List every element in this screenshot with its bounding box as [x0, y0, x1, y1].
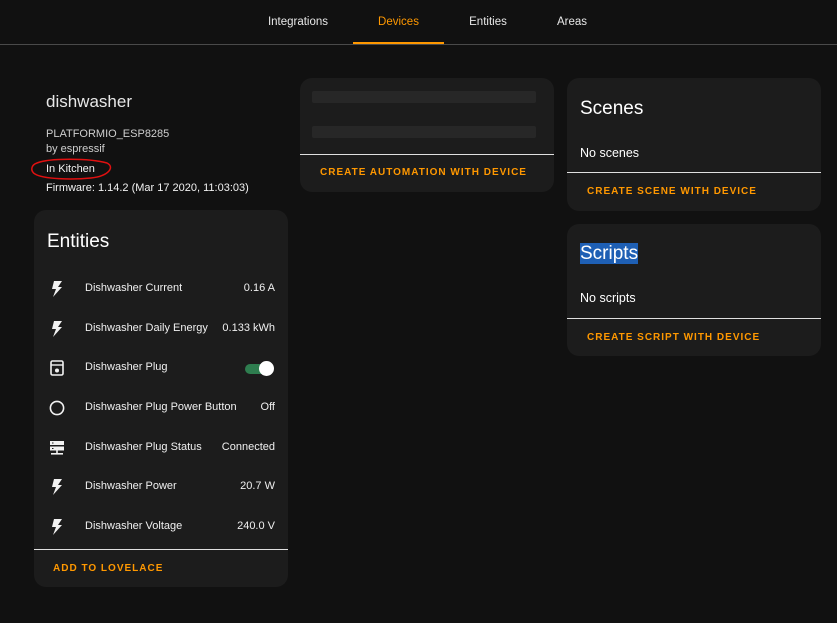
tab-integrations[interactable]: Integrations	[256, 0, 340, 44]
card-divider	[567, 318, 821, 319]
device-name: dishwasher	[46, 92, 132, 111]
flash-icon	[48, 478, 66, 496]
card-divider	[300, 154, 554, 155]
card-divider	[34, 549, 288, 550]
entity-row-voltage[interactable]: Dishwasher Voltage 240.0 V	[34, 508, 288, 548]
entities-card-title: Entities	[47, 231, 110, 252]
entity-state: 0.133 kWh	[222, 322, 275, 334]
entities-card: Entities Dishwasher Current 0.16 A Dishw…	[34, 210, 288, 587]
scenes-card-title: Scenes	[580, 98, 644, 119]
circle-outline-icon	[48, 399, 66, 417]
create-automation-button[interactable]: CREATE AUTOMATION WITH DEVICE	[320, 167, 527, 178]
toggle-knob	[259, 361, 274, 376]
add-to-lovelace-button[interactable]: ADD TO LOVELACE	[53, 563, 163, 574]
entity-state: Off	[260, 401, 275, 413]
flash-icon	[48, 320, 66, 338]
entity-name: Dishwasher Power	[85, 480, 177, 492]
active-tab-indicator	[353, 42, 444, 44]
entity-name: Dishwasher Voltage	[85, 520, 183, 532]
entity-state: Connected	[221, 441, 275, 453]
plug-toggle-switch[interactable]	[245, 361, 275, 376]
obscured-automation-row	[312, 126, 536, 138]
scenes-card: Scenes No scenes CREATE SCENE WITH DEVIC…	[567, 78, 821, 211]
entity-state: 20.7 W	[240, 480, 275, 492]
obscured-automation-row	[312, 91, 536, 103]
flash-icon	[48, 280, 66, 298]
annotation-circle	[31, 158, 112, 180]
tab-devices[interactable]: Devices	[353, 0, 444, 44]
entity-row-power[interactable]: Dishwasher Power 20.7 W	[34, 468, 288, 508]
entity-row-power-button[interactable]: Dishwasher Plug Power Button Off	[34, 389, 288, 429]
flash-icon	[48, 518, 66, 536]
entity-state: 240.0 V	[237, 520, 275, 532]
entity-name: Dishwasher Current	[85, 282, 183, 294]
no-scripts-text: No scripts	[580, 291, 636, 305]
entity-row-current[interactable]: Dishwasher Current 0.16 A	[34, 270, 288, 310]
no-scenes-text: No scenes	[580, 146, 640, 160]
entity-name: Dishwasher Plug Status	[85, 441, 202, 453]
device-model: PLATFORMIO_ESP8285	[46, 128, 170, 140]
create-scene-button[interactable]: CREATE SCENE WITH DEVICE	[587, 186, 757, 197]
server-network-icon	[48, 439, 66, 457]
entity-name: Dishwasher Plug	[85, 361, 168, 373]
entity-name: Dishwasher Daily Energy	[85, 322, 208, 334]
tab-areas[interactable]: Areas	[545, 0, 599, 44]
entity-row-plug[interactable]: Dishwasher Plug	[34, 349, 288, 389]
entity-row-plug-status[interactable]: Dishwasher Plug Status Connected	[34, 429, 288, 469]
tab-entities[interactable]: Entities	[458, 0, 518, 44]
automations-card: CREATE AUTOMATION WITH DEVICE	[300, 78, 554, 192]
entity-row-daily-energy[interactable]: Dishwasher Daily Energy 0.133 kWh	[34, 310, 288, 350]
create-script-button[interactable]: CREATE SCRIPT WITH DEVICE	[587, 332, 760, 343]
device-firmware: Firmware: 1.14.2 (Mar 17 2020, 11:03:03)	[46, 182, 249, 194]
entity-state: 0.16 A	[243, 282, 275, 294]
dishwasher-icon	[48, 359, 66, 377]
card-divider	[567, 172, 821, 173]
scripts-card-title: Scripts	[580, 243, 639, 265]
entity-name: Dishwasher Plug Power Button	[85, 401, 237, 413]
selected-title-text: Scripts	[580, 243, 639, 264]
top-tab-bar: Integrations Devices Entities Areas	[0, 0, 837, 45]
device-manufacturer: by espressif	[46, 143, 105, 155]
scripts-card: Scripts No scripts CREATE SCRIPT WITH DE…	[567, 224, 821, 356]
